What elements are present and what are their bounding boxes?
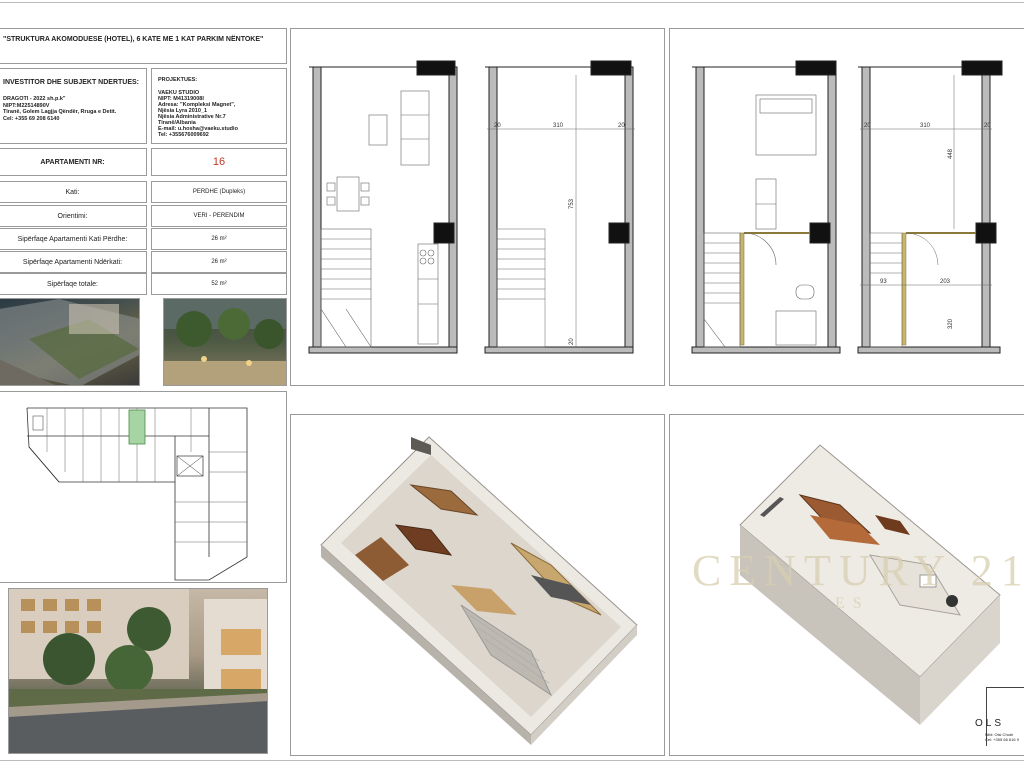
project-title-cell: "STRUKTURA AKOMODUESE (HOTEL), 6 KATE ME… <box>0 28 287 64</box>
dim-label: 320 <box>948 318 954 329</box>
render-photo-garden <box>163 298 287 386</box>
isometric-ground-render <box>320 436 638 745</box>
ground-floor-plan-panel: 20 310 20 753 20 <box>290 28 665 386</box>
apartment-label: APARTAMENTI NR: <box>0 148 147 176</box>
spec-label-ground-area: Sipërfaqe Apartamenti Kati Përdhe: <box>0 228 147 250</box>
project-title: "STRUKTURA AKOMODUESE (HOTEL), 6 KATE ME… <box>3 36 264 43</box>
investor-line: Cel: +355 69 208 6140 <box>3 115 60 122</box>
dim-label: 310 <box>553 123 564 129</box>
apartment-number: 16 <box>151 148 287 176</box>
spec-label-mezzanine-area: Sipërfaqe Apartamenti Ndërkati: <box>0 251 147 273</box>
spec-value-total-area: 52 m² <box>151 273 287 295</box>
dim-label: 20 <box>494 123 501 129</box>
dim-label: 310 <box>920 123 931 129</box>
spec-value-mezzanine-area: 26 m² <box>151 251 287 273</box>
dim-label: 448 <box>948 148 954 159</box>
building-key-plan <box>26 407 248 581</box>
garden-render-image <box>164 299 286 385</box>
dim-label: 20 <box>618 123 625 129</box>
key-plan-panel <box>0 391 287 583</box>
investor-heading: INVESTITOR DHE SUBJEKT NDERTUES: <box>3 79 139 86</box>
upper-floor-plan-panel: 20 310 20 448 93 203 320 <box>669 28 1024 386</box>
signature-line: Cel: +355 66 616 9 <box>985 737 1019 742</box>
investor-cell: INVESTITOR DHE SUBJEKT NDERTUES: DRAGOTI… <box>0 68 147 144</box>
courtyard-render-image <box>0 299 139 385</box>
signature-box: OLS Nëd: Olsi Chobi Cel: +355 66 616 9 <box>975 687 1024 746</box>
render-photo-courtyard <box>0 298 140 386</box>
spec-label-total-area: Sipërfaqe totale: <box>0 273 147 295</box>
signature-logo: OLS <box>975 718 1005 729</box>
ground-floor-plans: 20 310 20 753 20 <box>308 60 635 354</box>
spec-value-ground-area: 26 m² <box>151 228 287 250</box>
dim-label: 753 <box>569 198 575 209</box>
dim-label: 20 <box>569 338 575 345</box>
street-render-image <box>9 589 267 753</box>
render-photo-street <box>8 588 268 754</box>
dim-label: 203 <box>940 279 951 285</box>
spec-label-orientation: Orientimi: <box>0 205 147 227</box>
selected-unit-highlight <box>128 409 146 445</box>
dim-label: 20 <box>864 123 871 129</box>
designer-heading: PROJEKTUES: <box>158 77 198 83</box>
spec-label-floor: Kati: <box>0 181 147 203</box>
bottom-rule <box>0 760 1024 761</box>
spec-value-orientation: VERI - PERENDIM <box>151 205 287 227</box>
dim-label: 93 <box>880 279 887 285</box>
isometric-ground-render-panel <box>290 414 665 756</box>
watermark-brand: CENTURY 21 <box>692 546 1024 595</box>
upper-floor-plans: 20 310 20 448 93 203 320 <box>691 60 1003 354</box>
watermark-sub: ES <box>835 595 870 612</box>
isometric-upper-render-panel: CENTURY 21 ES OLS Nëd: Olsi Chobi Cel: +… <box>669 414 1024 756</box>
top-rule <box>0 2 1024 3</box>
designer-cell: PROJEKTUES: VAEKU STUDIO NIPT: M41319008… <box>151 68 287 144</box>
spec-value-floor: PERDHE (Dupleks) <box>151 181 287 203</box>
designer-line: Tel: +355676009692 <box>158 131 209 138</box>
dim-label: 20 <box>984 123 991 129</box>
